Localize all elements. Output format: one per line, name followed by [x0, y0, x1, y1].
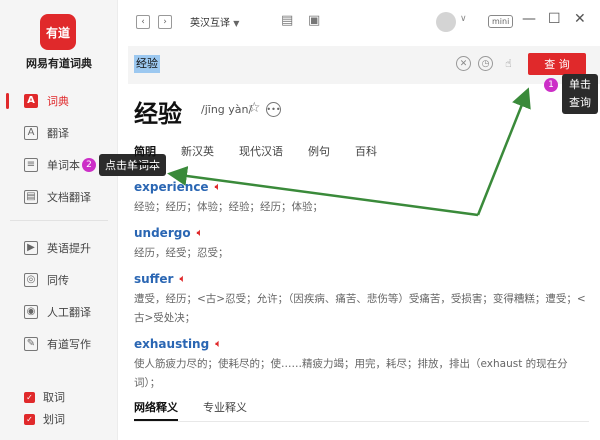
tab-new-chinese-english[interactable]: 新汉英	[181, 143, 214, 165]
sidebar-checks: ✓ 取词 ✓ 划词	[0, 386, 118, 430]
tab-web-definition[interactable]: 网络释义	[134, 399, 178, 421]
check-label: 划词	[43, 413, 65, 426]
pencil-icon: ✎	[24, 337, 38, 351]
speaker-icon[interactable]: 🔈︎	[179, 272, 186, 286]
definition-tabs: 网络释义 专业释义	[134, 399, 272, 421]
toolbar: ‹ › 英汉互译 ▼ ▤ ▣ ∨ mini — ☐ ✕	[118, 0, 600, 44]
list-item: suffer 🔈︎ 遭受，经历；<古>忍受；允许；（因疾病、痛苦、悲伤等）受痛苦…	[134, 270, 589, 328]
maximize-icon[interactable]: ☐	[548, 11, 561, 27]
thumbs-up-icon[interactable]: ☝	[501, 56, 516, 71]
sidebar-item-label: 单词本	[47, 159, 80, 172]
pinyin: /jīng yàn/	[201, 103, 253, 116]
annotation-badge-2: 2	[82, 158, 96, 172]
interpret-icon: ◎	[24, 273, 38, 287]
document-icon: ▤	[24, 190, 38, 204]
check-select-word[interactable]: ✓ 划词	[0, 408, 118, 430]
tab-encyclopedia[interactable]: 百科	[355, 143, 377, 165]
chevron-down-icon[interactable]: ∨	[460, 14, 467, 24]
speaker-icon[interactable]: 🔈︎	[215, 337, 222, 351]
entry-word[interactable]: suffer	[134, 272, 173, 286]
avatar[interactable]	[436, 12, 456, 32]
tab-professional-definition[interactable]: 专业释义	[203, 399, 247, 421]
sidebar-item-english-improve[interactable]: ▶ 英语提升	[0, 235, 118, 261]
sidebar-item-writing[interactable]: ✎ 有道写作	[0, 331, 118, 357]
tab-concise[interactable]: 简明	[134, 143, 156, 165]
entry-word[interactable]: experience	[134, 180, 209, 194]
translate-icon: A	[24, 126, 38, 140]
save-icon[interactable]: ▤	[281, 13, 293, 28]
sidebar-item-translate[interactable]: A 翻译	[0, 120, 118, 146]
divider	[134, 421, 589, 422]
sidebar-item-label: 文档翻译	[47, 191, 91, 204]
sidebar-item-interpret[interactable]: ◎ 同传	[0, 267, 118, 293]
sidebar-divider	[10, 220, 108, 221]
checkbox-checked-icon[interactable]: ✓	[24, 391, 35, 403]
entry-word[interactable]: exhausting	[134, 337, 209, 351]
sidebar-item-dictionary[interactable]: A 词典	[0, 88, 118, 114]
back-icon[interactable]: ‹	[136, 15, 150, 29]
query-button[interactable]: 查 询	[528, 53, 586, 75]
sidebar-item-label: 同传	[47, 274, 69, 287]
tab-examples[interactable]: 例句	[308, 143, 330, 165]
headword: 经验	[134, 100, 182, 128]
app-name: 网易有道词典	[26, 57, 92, 70]
list-item: exhausting 🔈︎ 使人筋疲力尽的；使耗尽的；使……精疲力竭；用完，耗尽…	[134, 335, 589, 393]
sidebar-item-label: 人工翻译	[47, 306, 91, 319]
mini-mode-button[interactable]: mini	[488, 15, 514, 28]
checkbox-checked-icon[interactable]: ✓	[24, 413, 35, 425]
history-icon[interactable]: ◷	[478, 56, 493, 71]
sidebar-item-doc-translate[interactable]: ▤ 文档翻译	[0, 184, 118, 210]
language-select-label: 英汉互译	[190, 18, 230, 29]
search-input[interactable]: 经验	[134, 55, 160, 73]
entry-definition: 使人筋疲力尽的；使耗尽的；使……精疲力竭；用完，耗尽；排放，排出（exhaust…	[134, 358, 568, 389]
entry-definition: 经验；经历；体验；经验；经历；体验；	[134, 201, 323, 213]
list-item: experience 🔈︎ 经验；经历；体验；经验；经历；体验；	[134, 178, 589, 217]
annotation-tip-query: 单击查询	[562, 74, 598, 114]
speaker-icon[interactable]: 🔈︎	[197, 226, 204, 240]
sidebar-item-label: 有道写作	[47, 338, 91, 351]
entry-list: experience 🔈︎ 经验；经历；体验；经验；经历；体验； undergo…	[134, 178, 589, 400]
clear-icon[interactable]: ✕	[456, 56, 471, 71]
forward-icon[interactable]: ›	[158, 15, 172, 29]
annotation-badge-1: 1	[544, 78, 558, 92]
close-icon[interactable]: ✕	[574, 11, 586, 27]
play-icon: ▶	[24, 241, 38, 255]
entry-word[interactable]: undergo	[134, 226, 191, 240]
dict-tabs: 简明 新汉英 现代汉语 例句 百科	[134, 143, 402, 165]
chevron-down-icon: ▼	[233, 19, 240, 28]
sidebar-item-label: 英语提升	[47, 242, 91, 255]
human-translate-icon: ◉	[24, 305, 38, 319]
dictionary-icon: A	[24, 94, 38, 108]
more-icon[interactable]: •••	[266, 102, 281, 117]
app-logo: 有道	[40, 14, 76, 50]
language-select[interactable]: 英汉互译 ▼	[190, 14, 239, 29]
search-bar: 经验 ✕ ◷ ☝ 查 询	[128, 46, 600, 84]
screenshot-icon[interactable]: ▣	[308, 13, 320, 28]
list-item: undergo 🔈︎ 经历，经受；忍受；	[134, 224, 589, 263]
sidebar-item-label: 翻译	[47, 127, 69, 140]
wordbook-icon: ≡	[24, 158, 38, 172]
check-pick-word[interactable]: ✓ 取词	[0, 386, 118, 408]
sidebar-item-label: 词典	[47, 95, 69, 108]
sidebar: 有道 网易有道词典 A 词典 A 翻译 ≡ 单词本 ▤ 文档翻译 ▶ 英语提升 …	[0, 0, 118, 440]
star-icon[interactable]: ☆	[248, 100, 261, 116]
speaker-icon[interactable]: 🔈︎	[215, 180, 222, 194]
tab-modern-chinese[interactable]: 现代汉语	[239, 143, 283, 165]
entry-definition: 经历，经受；忍受；	[134, 247, 229, 259]
check-label: 取词	[43, 391, 65, 404]
entry-definition: 遭受，经历；<古>忍受；允许；（因疾病、痛苦、悲伤等）受痛苦，受损害；变得糟糕；…	[134, 293, 586, 324]
sidebar-nav: A 词典 A 翻译 ≡ 单词本 ▤ 文档翻译 ▶ 英语提升 ◎ 同传 ◉ 人工翻…	[0, 88, 118, 363]
minimize-icon[interactable]: —	[522, 11, 536, 27]
sidebar-item-human-translate[interactable]: ◉ 人工翻译	[0, 299, 118, 325]
